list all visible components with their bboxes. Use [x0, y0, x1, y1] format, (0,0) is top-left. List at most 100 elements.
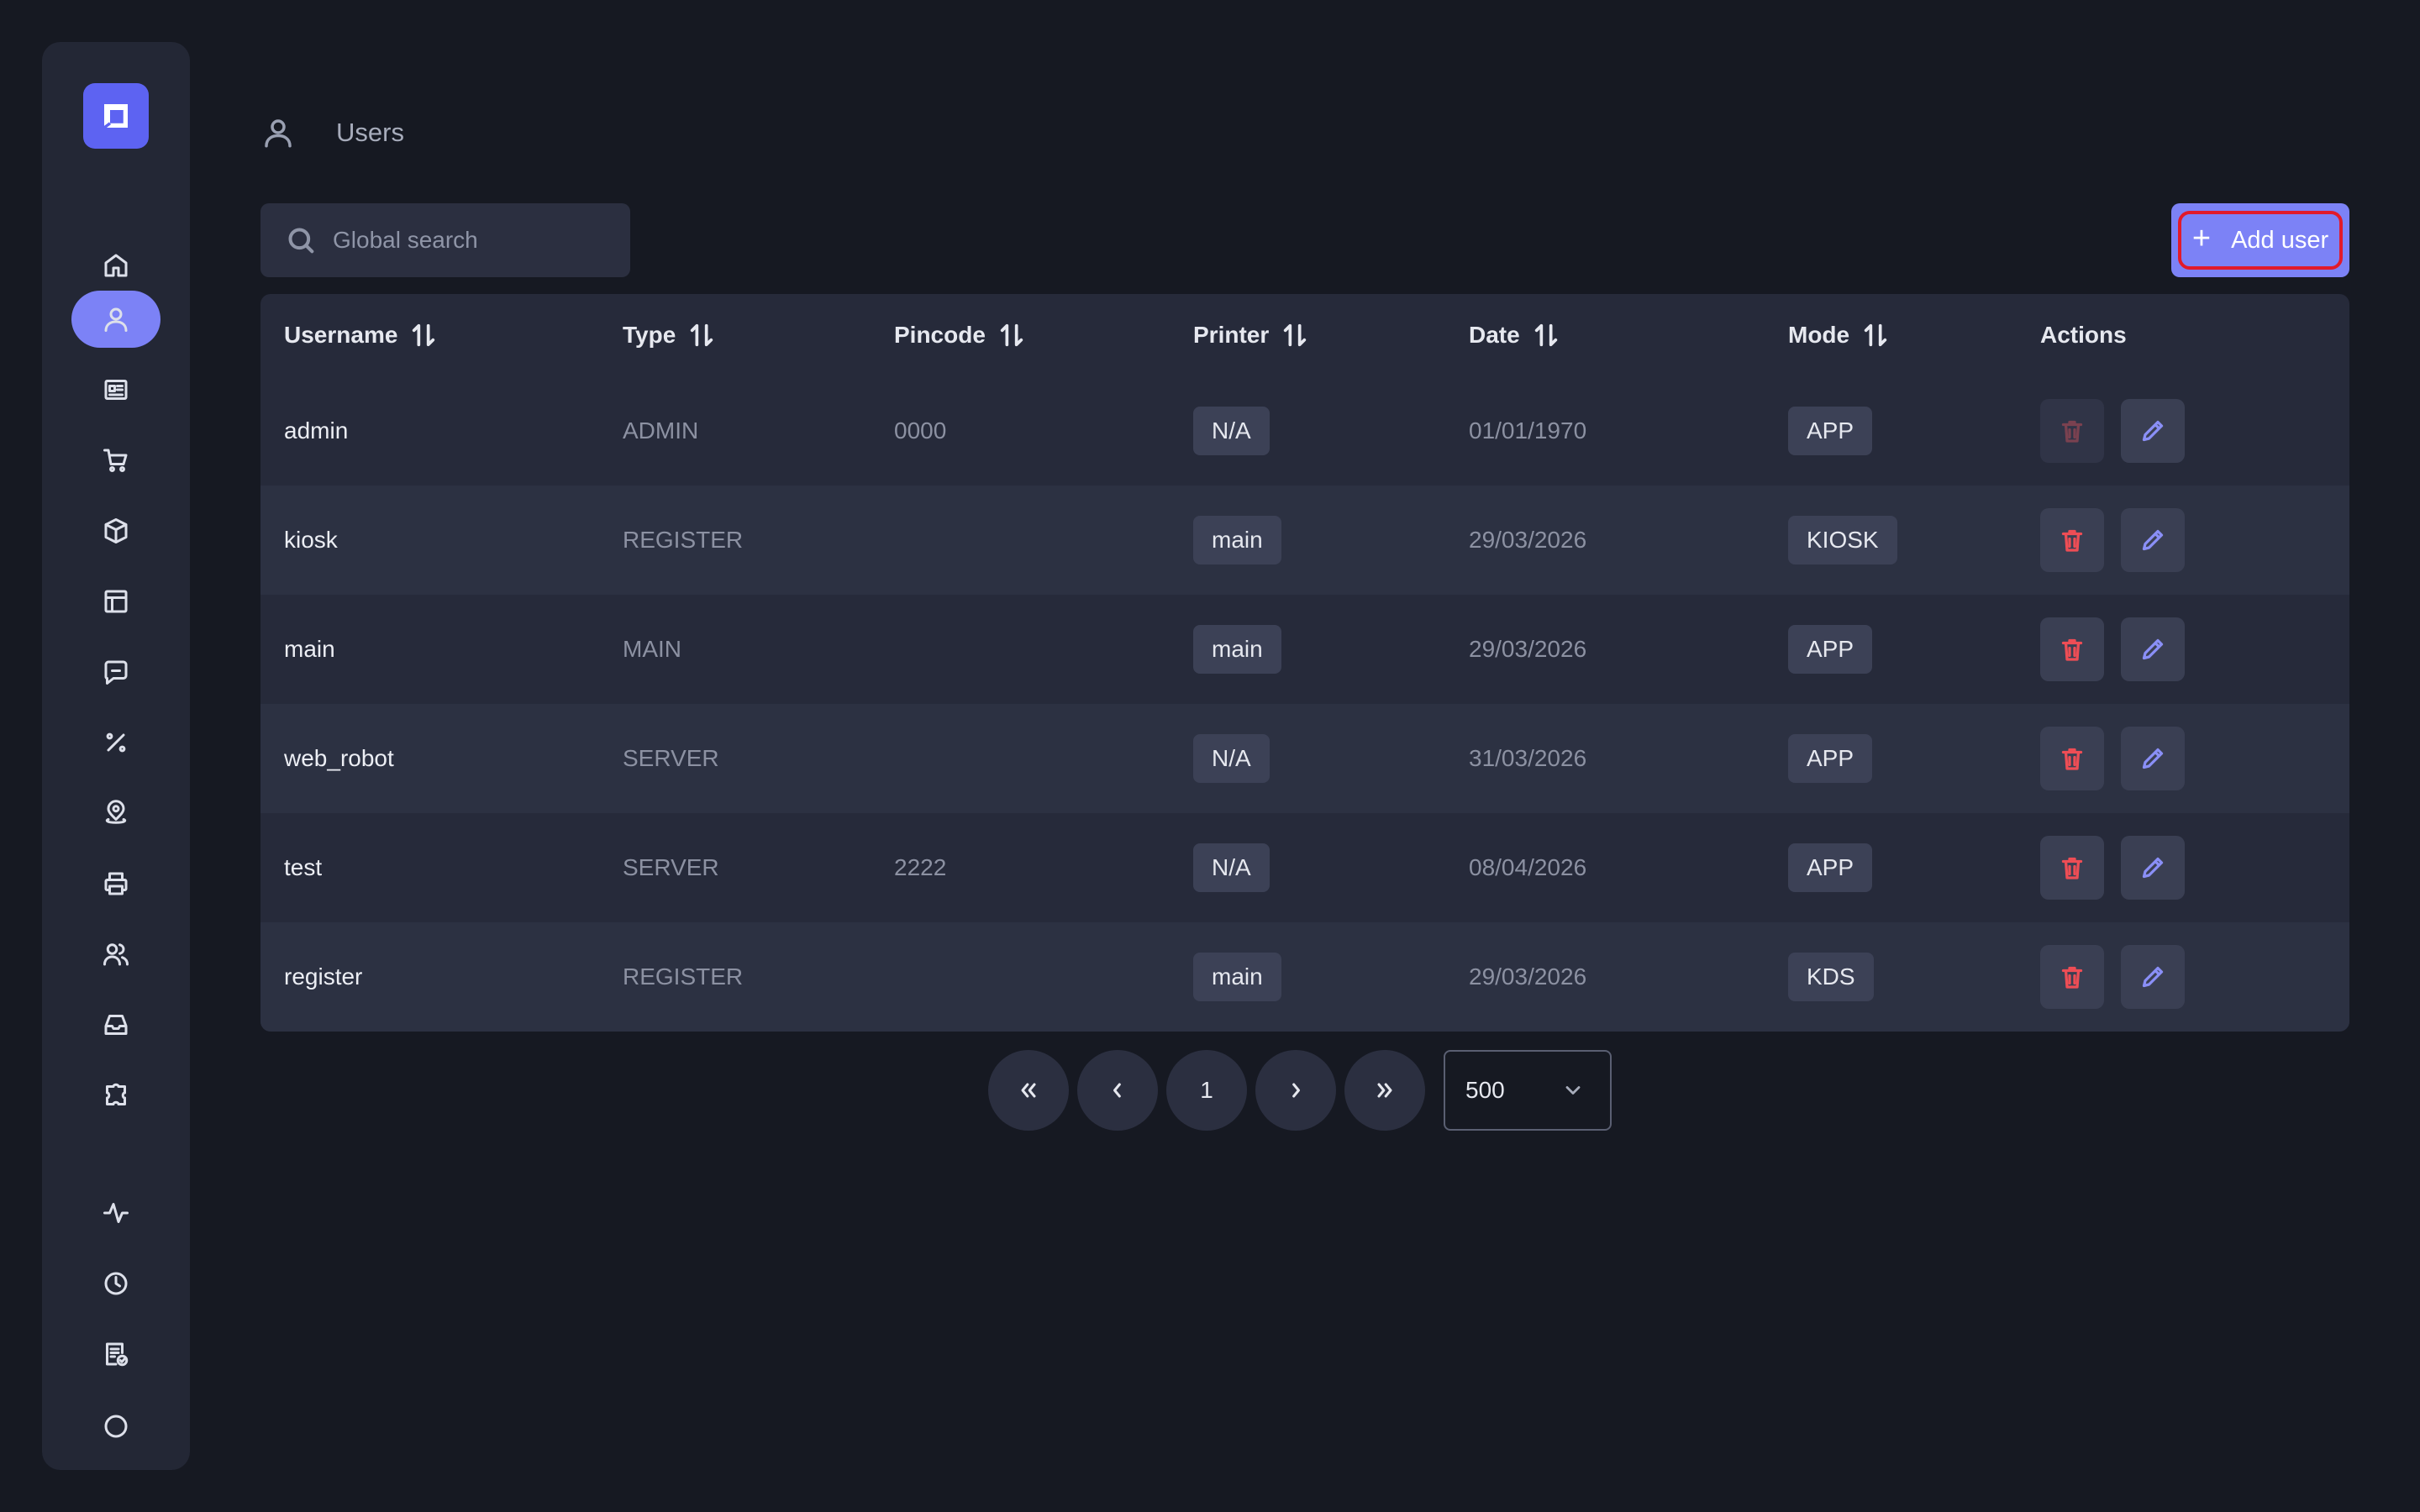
- map-pin-icon: [105, 800, 127, 824]
- cell-date: 01/01/1970: [1469, 417, 1587, 444]
- column-label: Username: [284, 322, 398, 348]
- add-user-button-wrapper: + Add user: [2171, 203, 2349, 277]
- cell-printer: N/A: [1193, 813, 1270, 922]
- sidebar-item-locations[interactable]: [71, 785, 160, 842]
- column-header-mode[interactable]: Mode: [1788, 294, 1890, 376]
- printer-badge: N/A: [1193, 734, 1270, 783]
- sort-icon: [413, 323, 435, 347]
- table-row: admin ADMIN 0000 N/A 01/01/1970 APP: [260, 376, 2349, 486]
- table-row: main MAIN main 29/03/2026 APP: [260, 595, 2349, 704]
- edit-button[interactable]: [2121, 945, 2185, 1009]
- cell-mode: APP: [1788, 595, 1873, 704]
- report-icon: [106, 1342, 129, 1367]
- delete-button[interactable]: [2040, 836, 2104, 900]
- cell-type: SERVER: [623, 854, 719, 880]
- mode-badge: APP: [1788, 625, 1873, 674]
- sidebar-item-integrations[interactable]: [71, 1067, 160, 1124]
- clock-icon: [104, 1272, 128, 1295]
- cell-printer: N/A: [1193, 704, 1270, 813]
- edit-button[interactable]: [2121, 399, 2185, 463]
- sidebar-item-inbox[interactable]: [71, 996, 160, 1053]
- sidebar-item-printers[interactable]: [71, 855, 160, 912]
- page-size-select[interactable]: 500: [1444, 1050, 1612, 1131]
- edit-button[interactable]: [2121, 508, 2185, 572]
- sort-icon: [1000, 323, 1023, 347]
- delete-button[interactable]: [2040, 727, 2104, 790]
- sidebar-item-discounts[interactable]: [71, 714, 160, 771]
- cell-actions: [2040, 486, 2202, 595]
- activity-icon: [103, 1203, 129, 1223]
- column-header-pincode[interactable]: Pincode: [894, 294, 1026, 376]
- trash-icon: [2061, 420, 2083, 443]
- app-logo[interactable]: [83, 83, 149, 149]
- column-header-type[interactable]: Type: [623, 294, 716, 376]
- chevron-left-icon: [1113, 1083, 1121, 1098]
- prev-page-button[interactable]: [1077, 1050, 1158, 1131]
- delete-button[interactable]: [2040, 508, 2104, 572]
- search-box: [260, 203, 630, 277]
- trash-icon: [2061, 638, 2083, 661]
- page-header: Users: [260, 109, 404, 156]
- chevron-down-icon: [1565, 1086, 1581, 1095]
- sidebar-item-cart[interactable]: [71, 432, 160, 489]
- trash-icon: [2061, 857, 2083, 879]
- column-header-date[interactable]: Date: [1469, 294, 1560, 376]
- mode-badge: APP: [1788, 407, 1873, 455]
- column-label: Date: [1469, 322, 1520, 348]
- mode-badge: APP: [1788, 734, 1873, 783]
- cell-actions: [2040, 922, 2202, 1032]
- percent-icon: [106, 732, 126, 753]
- cell-type: REGISTER: [623, 963, 744, 990]
- first-page-button[interactable]: [988, 1050, 1069, 1131]
- sidebar-item-customers[interactable]: [71, 926, 160, 983]
- edit-button[interactable]: [2121, 727, 2185, 790]
- table-header: Username Type Pincode Printer Date Mode: [260, 294, 2349, 376]
- sidebar-item-home[interactable]: [71, 237, 160, 294]
- search-input[interactable]: [333, 227, 602, 254]
- sidebar-item-products[interactable]: [71, 502, 160, 559]
- cell-mode: KIOSK: [1788, 486, 1897, 595]
- cell-printer: N/A: [1193, 376, 1270, 486]
- cell-pincode: 2222: [894, 854, 947, 880]
- delete-button[interactable]: [2040, 945, 2104, 1009]
- column-header-printer[interactable]: Printer: [1193, 294, 1309, 376]
- pencil-icon: [2142, 857, 2164, 879]
- inbox-icon: [104, 1015, 128, 1035]
- double-chevron-right-icon: [1377, 1083, 1392, 1098]
- cell-mode: APP: [1788, 704, 1873, 813]
- edit-button[interactable]: [2121, 617, 2185, 681]
- next-page-button[interactable]: [1255, 1050, 1336, 1131]
- sidebar-item-layout[interactable]: [71, 573, 160, 630]
- edit-button[interactable]: [2121, 836, 2185, 900]
- add-user-label: Add user: [2231, 226, 2329, 254]
- cell-mode: APP: [1788, 813, 1873, 922]
- message-icon: [104, 660, 128, 685]
- sort-icon: [691, 323, 713, 347]
- last-page-button[interactable]: [1344, 1050, 1425, 1131]
- pencil-icon: [2142, 420, 2164, 442]
- double-chevron-left-icon: [1021, 1083, 1036, 1098]
- sidebar-item-reports[interactable]: [71, 1326, 160, 1383]
- sidebar-item-history[interactable]: [71, 1255, 160, 1312]
- cart-icon: [103, 449, 128, 472]
- printer-badge: main: [1193, 625, 1281, 674]
- sidebar-item-help[interactable]: [71, 1398, 160, 1455]
- table-row: test SERVER 2222 N/A 08/04/2026 APP: [260, 813, 2349, 922]
- add-user-button[interactable]: + Add user: [2178, 211, 2343, 270]
- cell-username: register: [284, 963, 363, 990]
- column-header-actions: Actions: [2040, 294, 2127, 376]
- page-number-button[interactable]: 1: [1166, 1050, 1247, 1131]
- sidebar-item-messages[interactable]: [71, 643, 160, 701]
- column-label: Actions: [2040, 322, 2127, 348]
- plus-icon: +: [2191, 221, 2212, 256]
- cell-username: main: [284, 636, 335, 662]
- cell-type: ADMIN: [623, 417, 699, 444]
- mode-badge: KDS: [1788, 953, 1874, 1001]
- sidebar-item-users[interactable]: [71, 291, 160, 348]
- sidebar-item-activity[interactable]: [71, 1184, 160, 1242]
- cell-type: REGISTER: [623, 527, 744, 553]
- column-header-username[interactable]: Username: [284, 294, 438, 376]
- sidebar: [42, 42, 190, 1470]
- sidebar-item-news[interactable]: [71, 361, 160, 418]
- delete-button[interactable]: [2040, 617, 2104, 681]
